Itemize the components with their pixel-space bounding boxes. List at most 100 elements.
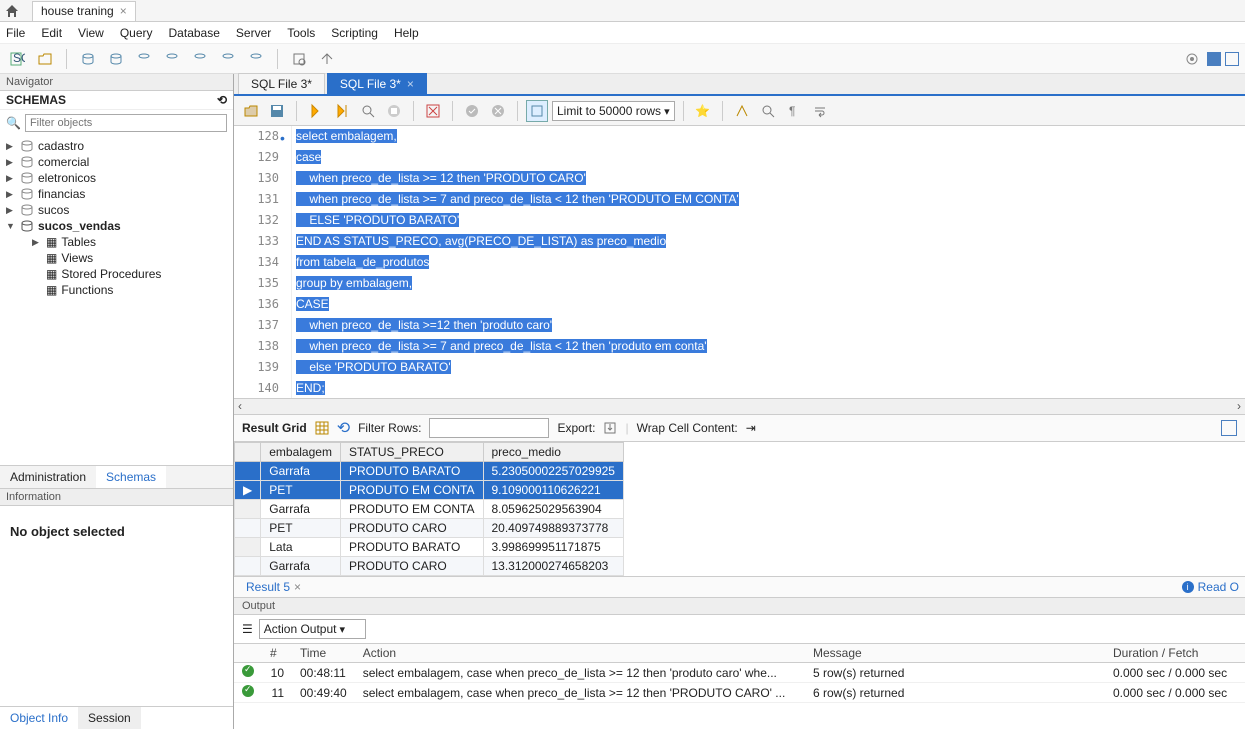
- save-icon[interactable]: [266, 100, 288, 122]
- refresh-result-icon[interactable]: ⟲: [337, 418, 350, 438]
- schema-tree: ▶cadastro ▶comercial ▶eletronicos ▶finan…: [0, 136, 233, 300]
- svg-text:¶: ¶: [789, 104, 795, 118]
- grid-view-icon[interactable]: [315, 421, 329, 435]
- limit-rows-select[interactable]: Limit to 50000 rows ▾: [552, 101, 675, 121]
- information-body: No object selected: [0, 506, 233, 707]
- tab-object-info[interactable]: Object Info: [0, 707, 78, 729]
- output-grid: # Time Action Message Duration / Fetch 1…: [234, 643, 1245, 703]
- open-sql-icon[interactable]: [34, 48, 56, 70]
- schema-sucos[interactable]: ▶sucos: [4, 202, 229, 218]
- tb-icon-2[interactable]: [105, 48, 127, 70]
- settings-gear-icon[interactable]: [1181, 48, 1203, 70]
- breakpoint-dot-icon: •: [280, 130, 285, 146]
- result-panel-icon[interactable]: [1221, 420, 1237, 436]
- output-type-select[interactable]: Action Output ▾: [259, 619, 366, 639]
- svg-text:SQL: SQL: [13, 51, 25, 65]
- menu-query[interactable]: Query: [120, 26, 153, 40]
- tab-schemas[interactable]: Schemas: [96, 466, 166, 488]
- table-row[interactable]: GarrafaPRODUTO BARATO5.23050002257029925: [235, 462, 624, 481]
- wrap-icon[interactable]: [809, 100, 831, 122]
- menu-tools[interactable]: Tools: [287, 26, 315, 40]
- layout-right-icon[interactable]: [1225, 52, 1239, 66]
- table-row[interactable]: PETPRODUTO CARO20.409749889373778: [235, 519, 624, 538]
- menu-view[interactable]: View: [78, 26, 104, 40]
- toggle-invisible-icon[interactable]: ¶: [783, 100, 805, 122]
- output-row[interactable]: 1100:49:40select embalagem, case when pr…: [234, 683, 1245, 703]
- rollback-icon[interactable]: [487, 100, 509, 122]
- line-gutter: 128129130131132133134135136137138139140: [234, 126, 292, 398]
- tab-session[interactable]: Session: [78, 707, 141, 729]
- database-icon: [20, 171, 34, 185]
- tb-icon-3[interactable]: [133, 48, 155, 70]
- execute-current-icon[interactable]: [331, 100, 353, 122]
- folder-icon: ▦: [46, 235, 57, 249]
- filter-rows-input[interactable]: [429, 418, 549, 438]
- autocommit-icon[interactable]: [526, 100, 548, 122]
- menu-server[interactable]: Server: [236, 26, 271, 40]
- schema-comercial[interactable]: ▶comercial: [4, 154, 229, 170]
- tb-icon-6[interactable]: [217, 48, 239, 70]
- sql-editor[interactable]: 128129130131132133134135136137138139140 …: [234, 126, 1245, 398]
- table-row[interactable]: LataPRODUTO BARATO3.998699951171875: [235, 538, 624, 557]
- schema-eletronicos[interactable]: ▶eletronicos: [4, 170, 229, 186]
- schema-cadastro[interactable]: ▶cadastro: [4, 138, 229, 154]
- star-icon[interactable]: ⭐: [692, 100, 714, 122]
- main-toolbar: SQL: [0, 44, 1245, 74]
- folder-icon: ▦: [46, 267, 57, 281]
- close-icon[interactable]: ×: [294, 580, 301, 594]
- result-tab[interactable]: Result 5×: [240, 578, 307, 596]
- tb-icon-8[interactable]: [288, 48, 310, 70]
- database-icon: [20, 187, 34, 201]
- sql-file-tab-2[interactable]: SQL File 3*×: [327, 73, 427, 94]
- new-sql-tab-icon[interactable]: SQL: [6, 48, 28, 70]
- schema-financias[interactable]: ▶financias: [4, 186, 229, 202]
- table-row[interactable]: GarrafaPRODUTO CARO13.312000274658203: [235, 557, 624, 576]
- menu-help[interactable]: Help: [394, 26, 419, 40]
- result-grid[interactable]: embalagem STATUS_PRECO preco_medio Garra…: [234, 442, 624, 576]
- refresh-icon[interactable]: ⟲: [217, 93, 227, 107]
- close-icon[interactable]: ×: [120, 4, 127, 18]
- search-icon: 🔍: [6, 116, 21, 130]
- toggle-icon-1[interactable]: [422, 100, 444, 122]
- export-icon[interactable]: [603, 421, 617, 435]
- tree-stored-procedures[interactable]: ▦Stored Procedures: [4, 266, 229, 282]
- connection-tab[interactable]: house traning ×: [32, 1, 136, 21]
- open-file-icon[interactable]: [240, 100, 262, 122]
- execute-icon[interactable]: [305, 100, 327, 122]
- tb-icon-5[interactable]: [189, 48, 211, 70]
- output-list-icon[interactable]: ☰: [242, 622, 253, 636]
- horizontal-scrollbar[interactable]: [234, 398, 1245, 414]
- wrap-cell-icon[interactable]: ⇥: [746, 421, 756, 435]
- stop-icon[interactable]: [383, 100, 405, 122]
- output-row[interactable]: 1000:48:11select embalagem, case when pr…: [234, 663, 1245, 683]
- table-row[interactable]: GarrafaPRODUTO EM CONTA8.059625029563904: [235, 500, 624, 519]
- tree-views[interactable]: ▦Views: [4, 250, 229, 266]
- tab-administration[interactable]: Administration: [0, 466, 96, 488]
- filter-objects-input[interactable]: [25, 114, 227, 132]
- readonly-indicator: iRead O: [1182, 580, 1239, 594]
- success-icon: [242, 665, 254, 677]
- tree-functions[interactable]: ▦Functions: [4, 282, 229, 298]
- close-icon[interactable]: ×: [407, 77, 414, 91]
- menu-database[interactable]: Database: [169, 26, 220, 40]
- navigator-header: Navigator: [0, 74, 233, 91]
- explain-icon[interactable]: [357, 100, 379, 122]
- tb-icon-7[interactable]: [245, 48, 267, 70]
- database-icon: [20, 203, 34, 217]
- table-row[interactable]: ▶PETPRODUTO EM CONTA9.109000110626221: [235, 481, 624, 500]
- schema-sucos-vendas[interactable]: ▼sucos_vendas: [4, 218, 229, 234]
- menu-scripting[interactable]: Scripting: [331, 26, 378, 40]
- tb-icon-9[interactable]: [316, 48, 338, 70]
- menu-bar: File Edit View Query Database Server Too…: [0, 22, 1245, 44]
- tree-tables[interactable]: ▶▦Tables: [4, 234, 229, 250]
- menu-file[interactable]: File: [6, 26, 25, 40]
- menu-edit[interactable]: Edit: [41, 26, 62, 40]
- commit-icon[interactable]: [461, 100, 483, 122]
- beautify-icon[interactable]: [731, 100, 753, 122]
- sql-file-tab-1[interactable]: SQL File 3*: [238, 73, 325, 94]
- layout-left-icon[interactable]: [1207, 52, 1221, 66]
- tb-icon-4[interactable]: [161, 48, 183, 70]
- tb-icon-1[interactable]: [77, 48, 99, 70]
- home-icon[interactable]: [4, 3, 20, 19]
- find-icon[interactable]: [757, 100, 779, 122]
